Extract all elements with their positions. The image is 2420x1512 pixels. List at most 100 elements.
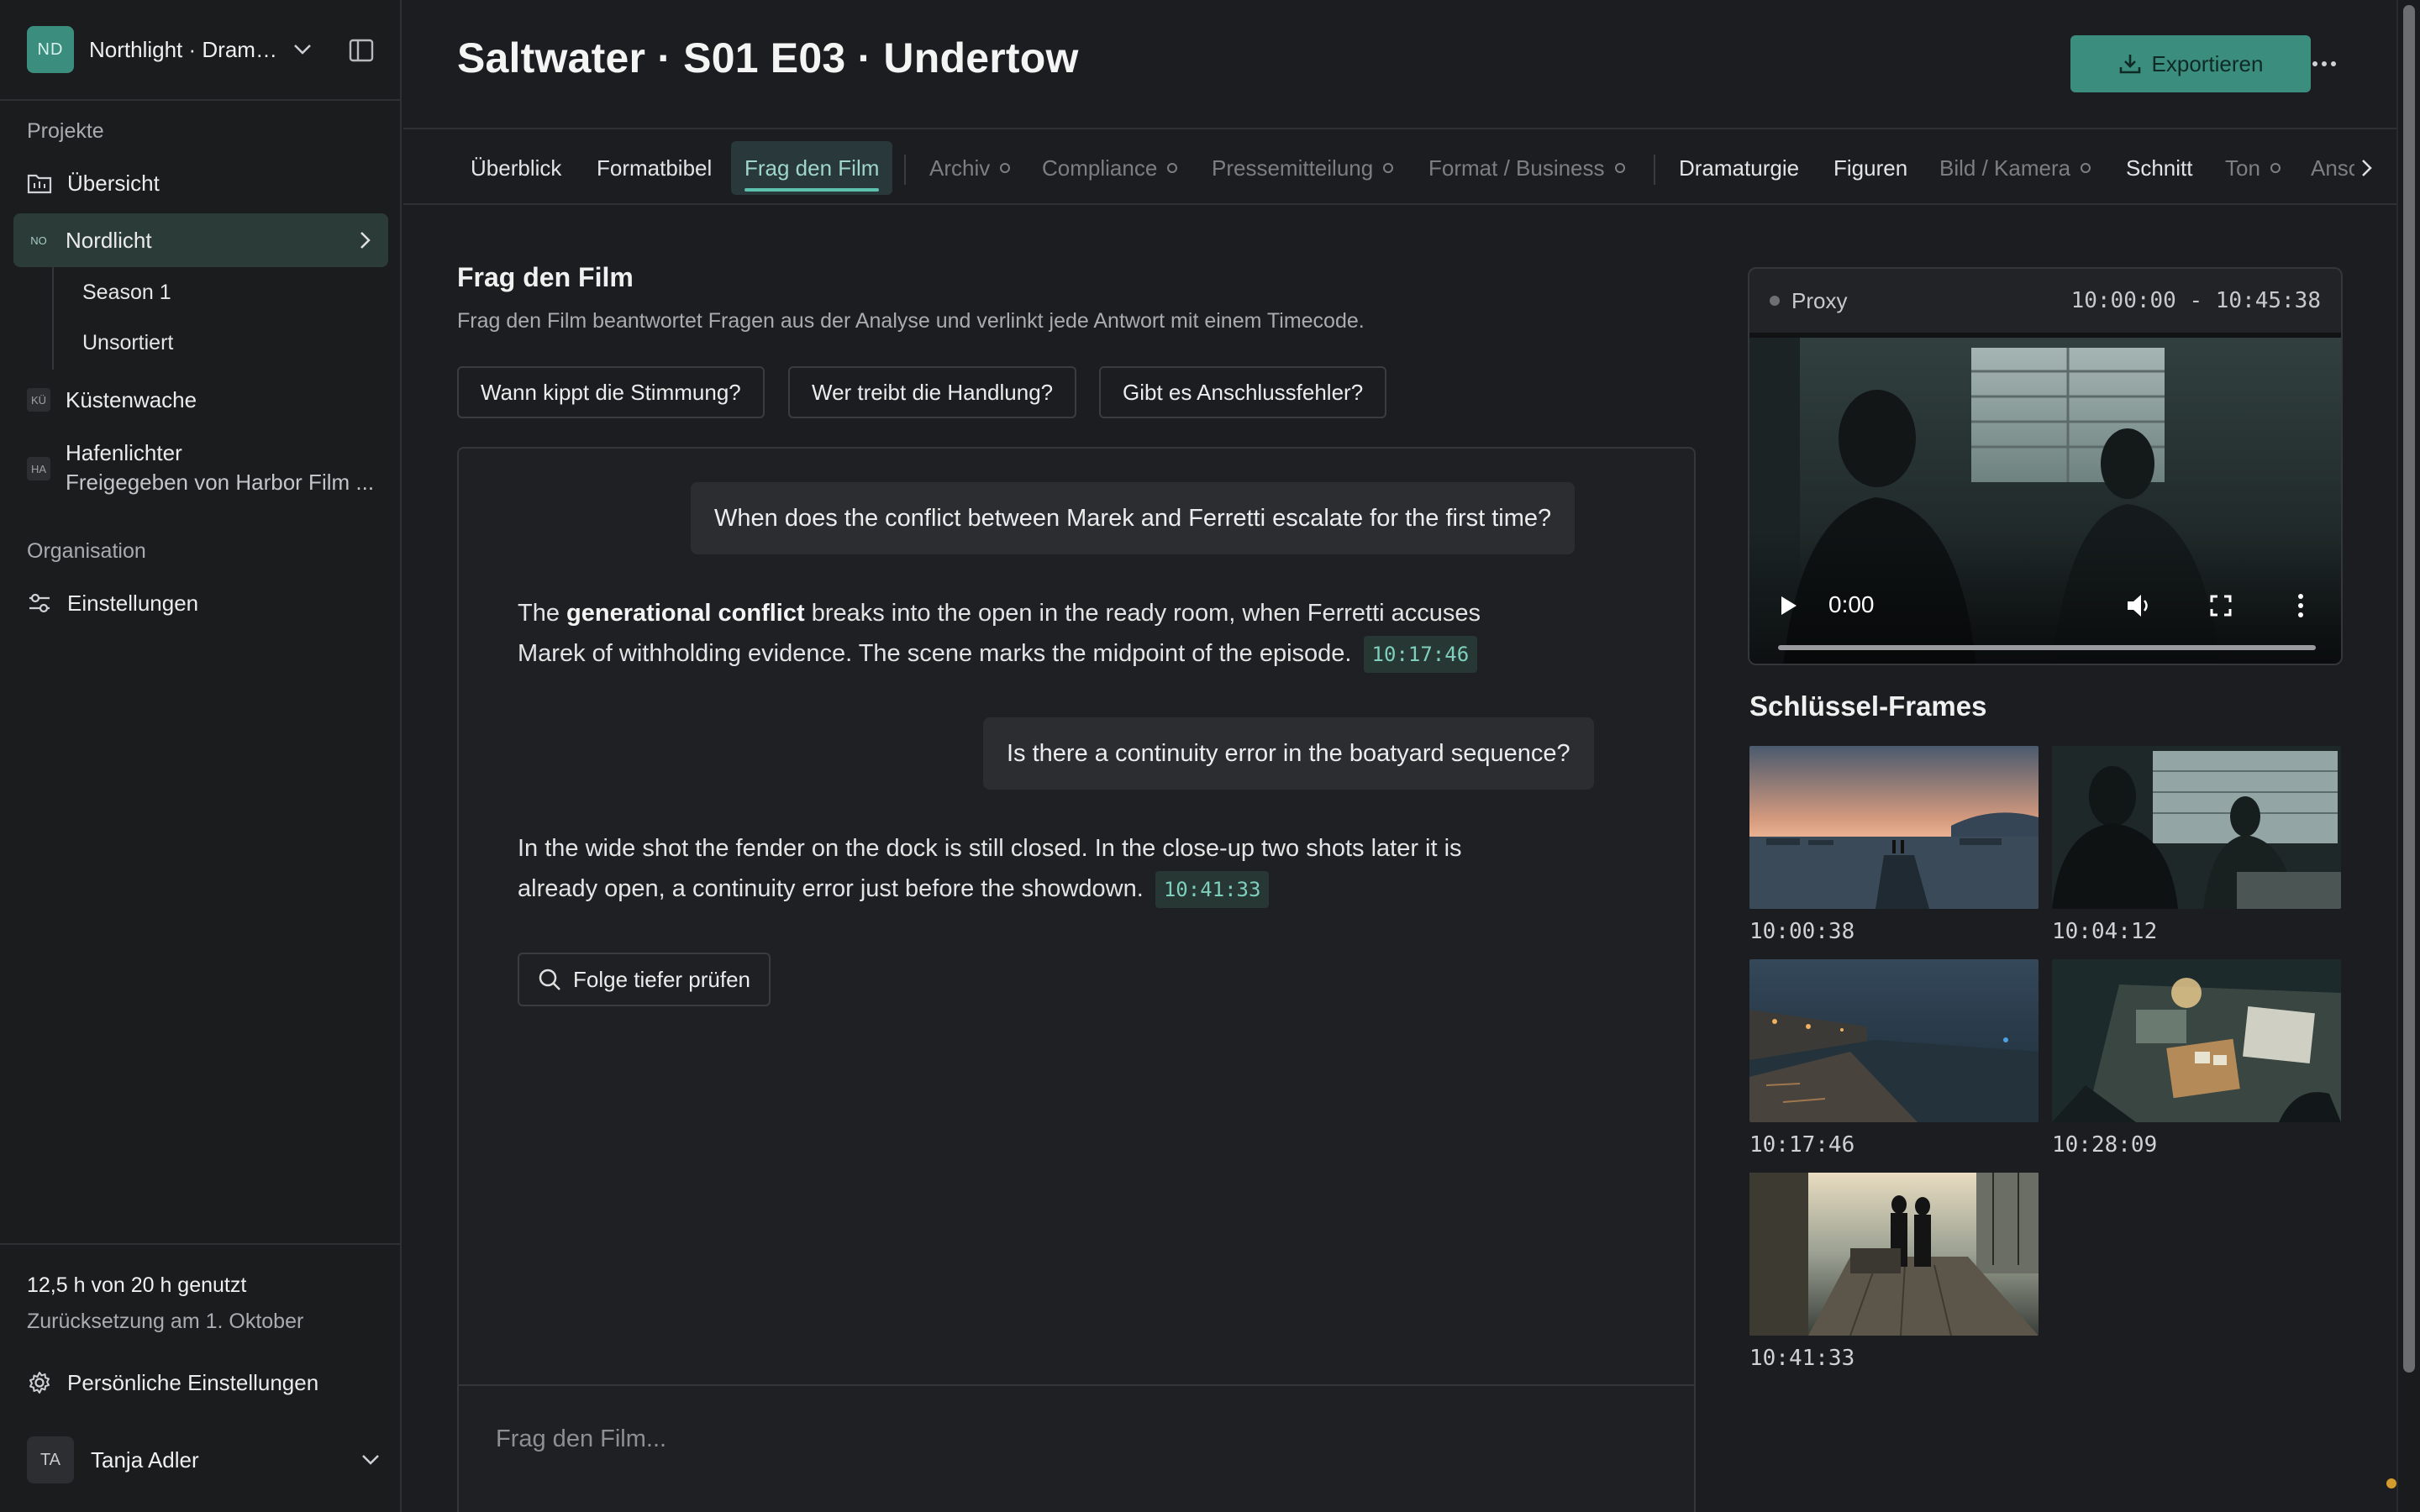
avatar: TA bbox=[27, 1436, 74, 1483]
page-scrollbar[interactable] bbox=[2396, 0, 2420, 1512]
answer-text: breaks into the open in the ready room, … bbox=[804, 600, 1481, 627]
tab-ueberblick[interactable]: Überblick bbox=[471, 141, 561, 195]
tabs-scroll-right-icon[interactable] bbox=[2361, 141, 2373, 195]
workspace-switcher[interactable]: ND Northlight · Drama Studio bbox=[0, 0, 400, 101]
chat-panel: When does the conflict between Marek and… bbox=[457, 447, 1696, 1512]
tab-label: Bild / Kamera bbox=[1939, 155, 2071, 181]
folder-icon bbox=[27, 171, 52, 196]
keyframe-thumbnail bbox=[2052, 746, 2341, 909]
player-header: Proxy 10:00:00 - 10:45:38 bbox=[1749, 269, 2341, 333]
volume-icon[interactable] bbox=[2126, 593, 2153, 618]
keyframes-title: Schlüssel-Frames bbox=[1749, 690, 1987, 722]
pending-icon bbox=[1167, 163, 1178, 173]
keyframe-item[interactable]: 10:28:09 bbox=[2052, 959, 2341, 1158]
deep-check-label: Folge tiefer prüfen bbox=[573, 966, 751, 992]
current-time: 0:00 bbox=[1828, 591, 1875, 617]
tab-label: Format / Business bbox=[1428, 155, 1605, 181]
gear-icon bbox=[27, 1370, 52, 1395]
personal-settings-link[interactable]: Persönliche Einstellungen bbox=[13, 1356, 388, 1410]
keyframe-timecode: 10:28:09 bbox=[2052, 1132, 2158, 1158]
fullscreen-icon[interactable] bbox=[2210, 595, 2232, 617]
tab-frag-den-film[interactable]: Frag den Film bbox=[731, 141, 893, 195]
scrollbar-thumb[interactable] bbox=[2403, 5, 2415, 1373]
workspace-name: Northlight · Drama Studio bbox=[89, 36, 281, 62]
sidebar-subitem-season-1[interactable]: Season 1 bbox=[82, 281, 171, 305]
suggestion-chip-continuity[interactable]: Gibt es Anschlussfehler? bbox=[1099, 366, 1387, 418]
timecode-range: 10:00:00 - 10:45:38 bbox=[2070, 288, 2321, 313]
proxy-label: Proxy bbox=[1791, 287, 1848, 313]
assistant-message: In the wide shot the fender on the dock … bbox=[518, 828, 1576, 909]
tab-pressemitteilung[interactable]: Pressemitteilung bbox=[1212, 141, 1394, 195]
keyframe-thumbnail bbox=[2052, 959, 2341, 1122]
page-title: Saltwater · S01 E03 · Undertow bbox=[457, 34, 1079, 81]
sidebar-item-hafenlichter[interactable]: HA Hafenlichter Freigegeben von Harbor F… bbox=[13, 435, 388, 504]
more-options-icon[interactable] bbox=[2306, 49, 2343, 79]
video-controls: 0:00 bbox=[1749, 573, 2341, 650]
chat-input[interactable] bbox=[496, 1418, 1655, 1460]
project-avatar: HA bbox=[27, 457, 50, 480]
sidebar-subitem-unsortiert[interactable]: Unsortiert bbox=[82, 331, 173, 355]
keyframe-thumbnail bbox=[1749, 746, 2039, 909]
answer-text: already open, a continuity error just be… bbox=[518, 875, 1144, 902]
deep-check-button[interactable]: Folge tiefer prüfen bbox=[518, 953, 771, 1006]
tab-bild-kamera[interactable]: Bild / Kamera bbox=[1939, 141, 2091, 195]
tab-formatbibel[interactable]: Formatbibel bbox=[597, 141, 712, 195]
more-vertical-icon[interactable] bbox=[2297, 593, 2304, 618]
play-icon[interactable] bbox=[1780, 595, 1798, 617]
tab-anschluss[interactable]: Ansc bbox=[2311, 141, 2354, 195]
keyframe-item[interactable]: 10:17:46 bbox=[1749, 959, 2039, 1158]
sidebar-item-kuestenwache[interactable]: KÜ Küstenwache bbox=[13, 373, 388, 427]
answer-text: The bbox=[518, 600, 567, 627]
sidebar-item-subtitle: Freigegeben von Harbor Film ... bbox=[66, 470, 375, 495]
video-player: Proxy 10:00:00 - 10:45:38 0:00 bbox=[1748, 267, 2343, 665]
chevron-down-icon[interactable] bbox=[291, 38, 314, 61]
keyframe-timecode: 10:17:46 bbox=[1749, 1132, 1855, 1158]
pending-icon bbox=[1614, 163, 1625, 173]
user-menu[interactable]: TA Tanja Adler bbox=[27, 1436, 380, 1483]
keyframe-item[interactable]: 10:04:12 bbox=[2052, 746, 2341, 944]
pending-icon bbox=[1383, 163, 1394, 173]
tab-compliance[interactable]: Compliance bbox=[1042, 141, 1178, 195]
tab-ton[interactable]: Ton bbox=[2225, 141, 2281, 195]
export-button[interactable]: Exportieren bbox=[2070, 35, 2311, 92]
projects-section-label: Projekte bbox=[27, 119, 104, 143]
user-message: Is there a continuity error in the boaty… bbox=[983, 717, 1594, 790]
tab-archiv[interactable]: Archiv bbox=[929, 141, 1011, 195]
chat-composer bbox=[459, 1384, 1694, 1512]
video-frame[interactable]: 0:00 bbox=[1749, 333, 2341, 664]
tab-format-business[interactable]: Format / Business bbox=[1428, 141, 1625, 195]
timecode-link[interactable]: 10:17:46 bbox=[1363, 636, 1478, 673]
video-progress-bar[interactable] bbox=[1778, 645, 2316, 650]
pending-icon bbox=[2270, 163, 2281, 173]
suggestion-chip-mood[interactable]: Wann kippt die Stimmung? bbox=[457, 366, 765, 418]
download-icon bbox=[2118, 52, 2142, 76]
tab-dramaturgie[interactable]: Dramaturgie bbox=[1679, 141, 1799, 195]
sidebar-toggle-icon[interactable] bbox=[348, 37, 375, 64]
organisation-section-label: Organisation bbox=[27, 539, 146, 563]
tab-figuren[interactable]: Figuren bbox=[1833, 141, 1907, 195]
keyframe-item[interactable]: 10:41:33 bbox=[1749, 1173, 2039, 1371]
project-avatar: KÜ bbox=[27, 388, 50, 412]
usage-panel: 12,5 h von 20 h genutzt Zurücksetzung am… bbox=[0, 1243, 402, 1362]
section-title: Frag den Film bbox=[457, 262, 634, 292]
chevron-right-icon[interactable] bbox=[360, 231, 371, 249]
tab-schnitt[interactable]: Schnitt bbox=[2126, 141, 2193, 195]
main-content: Saltwater · S01 E03 · Undertow Exportier… bbox=[403, 0, 2396, 1512]
suggestion-chip-plot[interactable]: Wer treibt die Handlung? bbox=[788, 366, 1077, 418]
sidebar-item-overview[interactable]: Übersicht bbox=[13, 156, 388, 210]
sliders-icon bbox=[27, 591, 52, 616]
sidebar-item-settings[interactable]: Einstellungen bbox=[13, 576, 388, 630]
tab-label: Pressemitteilung bbox=[1212, 155, 1374, 181]
keyframe-thumbnail bbox=[1749, 959, 2039, 1122]
sidebar-item-nordlicht[interactable]: NO Nordlicht bbox=[13, 213, 388, 267]
search-icon bbox=[538, 968, 561, 991]
sidebar-item-label: Übersicht bbox=[67, 170, 160, 196]
timecode-link[interactable]: 10:41:33 bbox=[1155, 871, 1270, 908]
pending-icon bbox=[2081, 163, 2091, 173]
keyframe-item[interactable]: 10:00:38 bbox=[1749, 746, 2039, 944]
workspace-avatar: ND bbox=[27, 26, 74, 73]
chevron-down-icon[interactable] bbox=[361, 1454, 380, 1466]
tab-label: Ton bbox=[2225, 155, 2260, 181]
tab-bar: Überblick Formatbibel Frag den Film Arch… bbox=[403, 128, 2396, 205]
answer-emphasis: generational conflict bbox=[566, 600, 805, 627]
